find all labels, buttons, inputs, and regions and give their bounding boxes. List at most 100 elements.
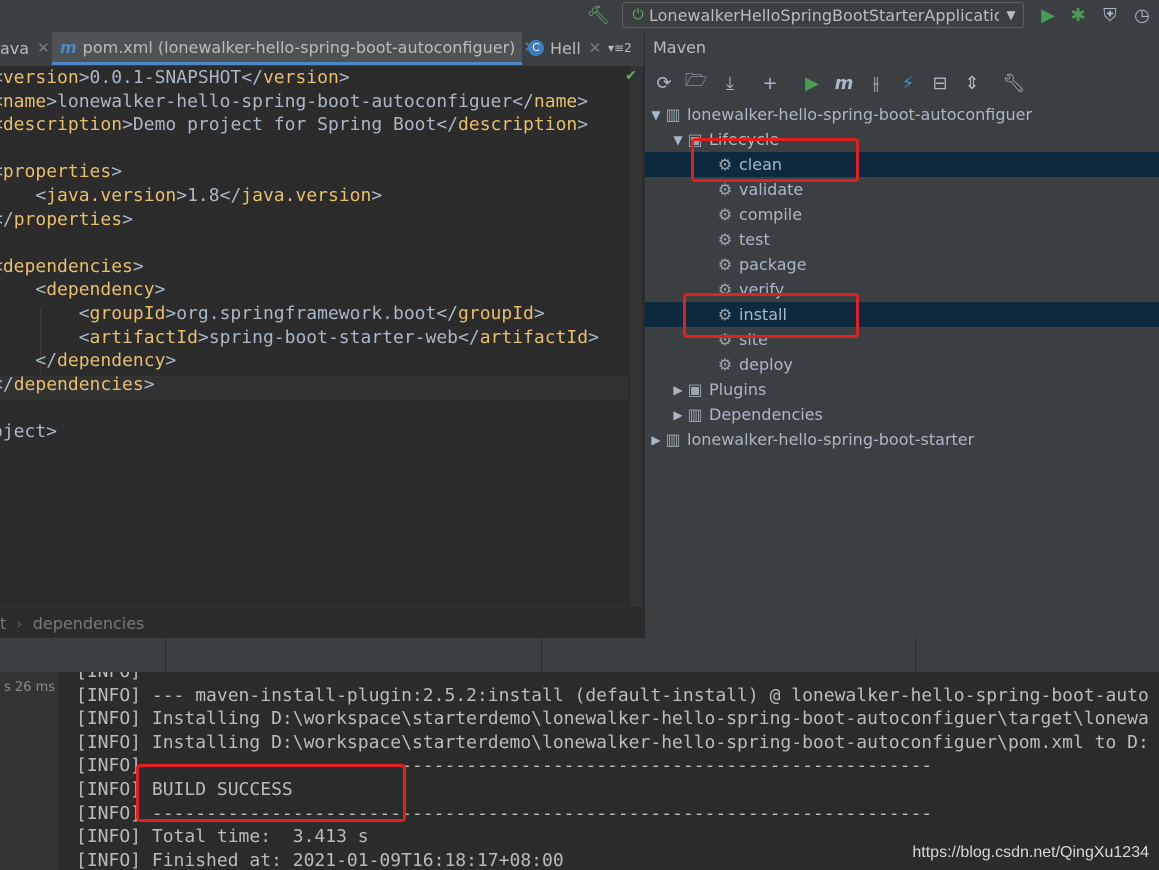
download-icon[interactable]: ⤓ — [717, 70, 743, 96]
console-line: [INFO] --- maven-install-plugin:2.5.2:in… — [76, 684, 1149, 706]
tree-plugins[interactable]: ▶ ▣ Plugins — [645, 377, 1159, 402]
maven-project-icon: ▥ — [665, 430, 681, 449]
run-configuration-select[interactable]: ⏻ LonewalkerHelloSpringBootStarterApplic… — [622, 2, 1024, 28]
expand-arrow-icon[interactable]: ▶ — [671, 383, 685, 397]
expand-arrow-icon[interactable]: ▶ — [671, 408, 685, 422]
close-icon[interactable]: ✕ — [37, 39, 50, 57]
divider — [165, 638, 166, 672]
breadcrumb-item[interactable]: dependencies — [33, 614, 145, 633]
editor-tabs: ava ✕ m pom.xml (lonewalker-hello-spring… — [0, 32, 644, 67]
tab-label: Hell — [550, 38, 581, 58]
elapsed-time: s 26 ms — [4, 680, 56, 695]
expand-arrow-icon[interactable]: ▼ — [671, 133, 685, 147]
debug-icon[interactable]: ✱ — [1066, 3, 1090, 27]
console-line: [INFO] Finished at: 2021-01-09T16:18:17+… — [76, 849, 564, 870]
tab-overflow-menu[interactable]: ▾≡ 2 — [608, 32, 642, 64]
phase-label: test — [739, 230, 770, 249]
code-line: <java.version>1.8</java.version> — [35, 185, 383, 206]
expand-arrow-icon[interactable]: ▼ — [649, 108, 663, 122]
hammer-icon[interactable]: 🔨︎ — [586, 3, 610, 27]
console-line: [INFO] Installing D:\workspace\starterde… — [76, 731, 1149, 753]
tab-list-icon: ▾≡ — [608, 41, 625, 55]
tree-project-autoconfiguer[interactable]: ▼ ▥ lonewalker-hello-spring-boot-autocon… — [645, 102, 1159, 127]
run-tool-window-header — [0, 638, 1159, 673]
phase-label: package — [739, 255, 807, 274]
run-config-label: LonewalkerHelloSpringBootStarterApplicat… — [649, 5, 999, 25]
code-line: </dependency> — [35, 350, 177, 372]
main-toolbar: 🔨︎ ⏻ LonewalkerHelloSpringBootStarterApp… — [0, 0, 1159, 32]
phase-label: validate — [739, 180, 804, 199]
coverage-icon[interactable]: ⛨ — [1098, 3, 1122, 27]
console-line: [INFO] Installing D:\workspace\starterde… — [76, 708, 1149, 730]
lifecycle-phase-test[interactable]: ⚙ test — [645, 227, 1159, 252]
gear-icon: ⚙ — [717, 230, 733, 249]
dependencies-folder-icon: ▥ — [687, 405, 703, 424]
annotation-box-build-success — [136, 764, 406, 822]
toggle-offline-icon[interactable]: ⫲ — [863, 70, 889, 96]
phase-label: deploy — [739, 355, 793, 374]
annotation-box-install — [683, 293, 859, 338]
console-line: [INFO] — [76, 672, 141, 684]
class-icon: C — [528, 40, 544, 56]
lifecycle-phase-compile[interactable]: ⚙ compile — [645, 202, 1159, 227]
phase-label: compile — [739, 205, 803, 224]
lifecycle-phase-package[interactable]: ⚙ package — [645, 252, 1159, 277]
code-editor[interactable]: ✔ <version>0.0.1-SNAPSHOT</version><name… — [0, 66, 643, 606]
console-line: [INFO] Total time: 3.413 s — [76, 826, 369, 848]
run-console[interactable]: s 26 ms [INFO][INFO] --- maven-install-p… — [0, 672, 1159, 870]
refresh-icon[interactable]: ⟳ — [651, 70, 677, 96]
add-folder-icon[interactable]: 🗁︎ — [683, 70, 709, 96]
settings-wrench-icon[interactable]: 🔧︎ — [1001, 70, 1027, 96]
code-line: <description>Demo project for Spring Boo… — [0, 114, 589, 136]
run-icon[interactable]: ▶ — [1036, 3, 1060, 27]
gear-icon: ⚙ — [717, 180, 733, 199]
maven-panel-title: Maven — [653, 38, 707, 57]
code-line: <groupId>org.springframework.boot</group… — [78, 303, 545, 324]
tab-java[interactable]: ava ✕ — [0, 32, 50, 64]
tab-label: ava — [0, 38, 30, 58]
lifecycle-icon[interactable]: ⚡︎ — [895, 70, 921, 96]
maven-m-icon[interactable]: m — [831, 70, 857, 96]
editor-scrollbar-track[interactable] — [630, 66, 642, 606]
close-icon[interactable]: ✕ — [589, 39, 602, 57]
tab-label: pom.xml (lonewalker-hello-spring-boot-au… — [82, 37, 516, 57]
lifecycle-phase-deploy[interactable]: ⚙ deploy — [645, 352, 1159, 377]
breadcrumb-item[interactable]: t — [0, 614, 6, 633]
chevron-down-icon: ▼ — [1006, 8, 1016, 22]
tab-pom-xml[interactable]: m pom.xml (lonewalker-hello-spring-boot-… — [52, 32, 536, 65]
profile-icon[interactable]: ◷ — [1130, 3, 1154, 27]
code-line: </properties> — [0, 208, 133, 230]
collapse-icon[interactable]: ⊟ — [927, 70, 953, 96]
tab-hello[interactable]: C Hell ✕ — [522, 32, 610, 64]
code-line: <artifactId>spring-boot-starter-web</art… — [78, 326, 599, 348]
check-icon: ✔ — [625, 68, 637, 84]
plugins-folder-icon: ▣ — [687, 380, 703, 399]
maven-file-icon: m — [60, 37, 77, 57]
code-line: oject> — [0, 421, 58, 442]
code-line: <dependency> — [35, 279, 166, 301]
divider — [541, 638, 542, 672]
code-line: <name>lonewalker-hello-spring-boot-autoc… — [0, 90, 589, 112]
watermark: https://blog.csdn.net/QingXu1234 — [912, 844, 1149, 861]
divider — [915, 638, 916, 672]
plus-icon[interactable]: + — [757, 70, 783, 96]
code-line: <properties> — [0, 161, 123, 183]
expand-arrow-icon[interactable]: ▶ — [649, 433, 663, 447]
gear-icon: ⚙ — [717, 205, 733, 224]
console-gutter: s 26 ms — [0, 672, 58, 870]
code-line: </dependencies> — [0, 373, 155, 395]
run-maven-icon[interactable]: ▶ — [799, 70, 825, 96]
gear-icon: ⚙ — [717, 355, 733, 374]
spring-boot-icon: ⏻ — [632, 7, 644, 23]
tree-project-starter[interactable]: ▶ ▥ lonewalker-hello-spring-boot-starter — [645, 427, 1159, 452]
breadcrumb: t › dependencies — [0, 606, 643, 639]
code-line: <dependencies> — [0, 255, 144, 277]
code-line: <version>0.0.1-SNAPSHOT</version> — [0, 67, 350, 88]
maven-panel: Maven ⟳ 🗁︎ ⤓ + ▶ m ⫲ ⚡︎ ⊟ ⇕ 🔧︎ ▼ ▥ lonew… — [644, 32, 1159, 638]
annotation-box-clean — [691, 138, 859, 182]
tree-dependencies[interactable]: ▶ ▥ Dependencies — [645, 402, 1159, 427]
chevron-right-icon: › — [16, 613, 23, 633]
maven-project-icon: ▥ — [665, 105, 681, 124]
expand-icon[interactable]: ⇕ — [959, 70, 985, 96]
gear-icon: ⚙ — [717, 255, 733, 274]
